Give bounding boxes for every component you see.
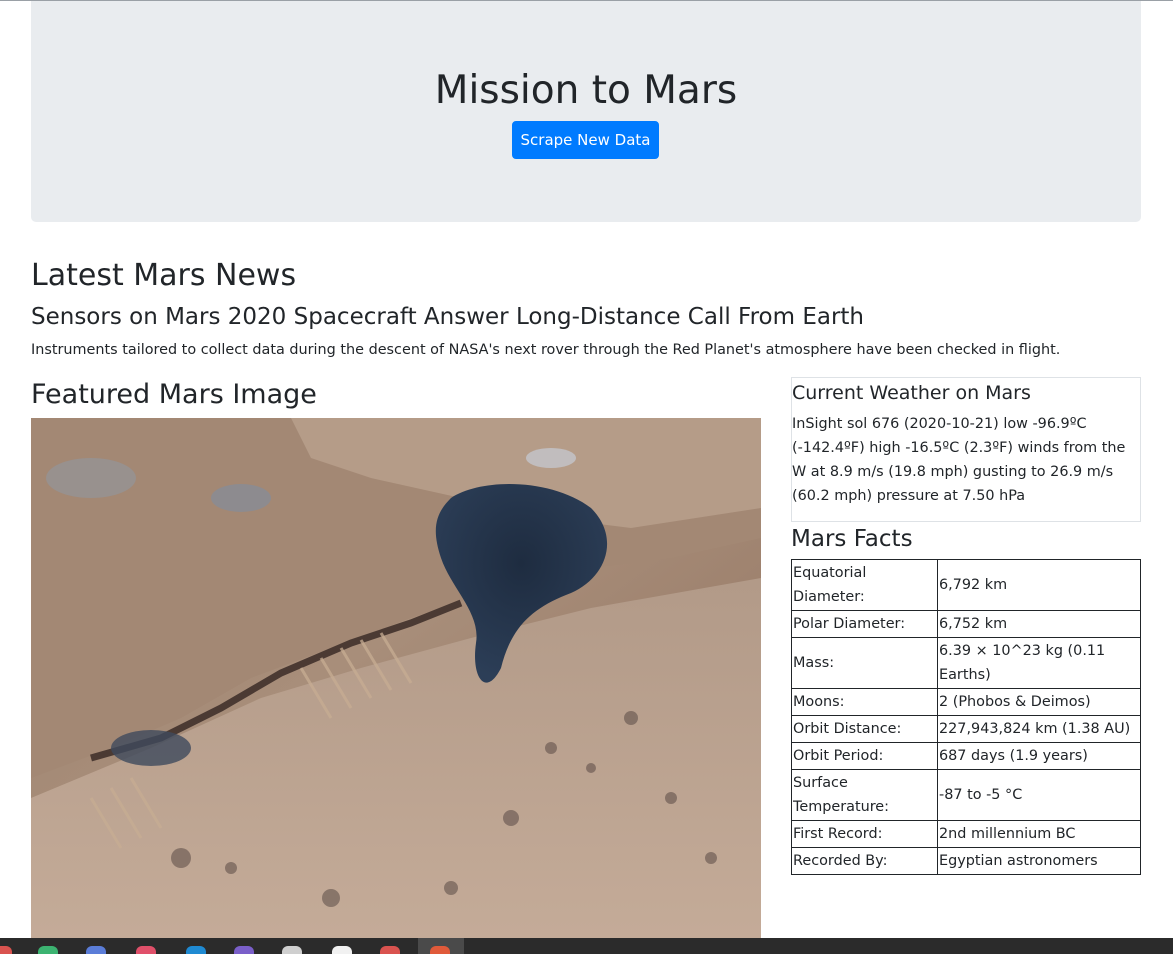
scrape-new-data-button[interactable]: Scrape New Data	[512, 121, 659, 159]
table-row: Recorded By: Egyptian astronomers	[791, 847, 1141, 875]
fact-label: Polar Diameter:	[791, 610, 938, 638]
fact-value: 2 (Phobos & Deimos)	[937, 688, 1141, 716]
os-taskbar	[0, 938, 1173, 954]
table-row: Surface Temperature: -87 to -5 °C	[791, 769, 1141, 821]
fact-value: 2nd millennium BC	[937, 820, 1141, 848]
fact-value: Egyptian astronomers	[937, 847, 1141, 875]
fact-value: 6,752 km	[937, 610, 1141, 638]
fact-value: 687 days (1.9 years)	[937, 742, 1141, 770]
fact-value: 6,792 km	[937, 559, 1141, 611]
fact-label: Orbit Distance:	[791, 715, 938, 743]
fact-label: Equatorial Diameter:	[791, 559, 938, 611]
table-row: Moons: 2 (Phobos & Deimos)	[791, 688, 1141, 716]
fact-label: First Record:	[791, 820, 938, 848]
app-icon-2[interactable]	[38, 946, 58, 954]
app-icon-1[interactable]	[0, 946, 12, 954]
fact-label: Orbit Period:	[791, 742, 938, 770]
fact-value: -87 to -5 °C	[937, 769, 1141, 821]
vscode-icon[interactable]	[186, 946, 206, 954]
weather-text: InSight sol 676 (2020-10-21) low -96.9ºC…	[792, 416, 1126, 504]
fact-label: Surface Temperature:	[791, 769, 938, 821]
fact-value: 6.39 × 10^23 kg (0.11 Earths)	[937, 637, 1141, 689]
chrome-icon[interactable]	[332, 946, 352, 954]
fact-value: 227,943,824 km (1.38 AU)	[937, 715, 1141, 743]
mars-facts-heading: Mars Facts	[791, 526, 913, 552]
app-icon-6[interactable]	[234, 946, 254, 954]
featured-image-heading: Featured Mars Image	[31, 379, 317, 410]
page-title: Mission to Mars	[434, 68, 738, 113]
app-icon-3[interactable]	[86, 946, 106, 954]
fact-label: Recorded By:	[791, 847, 938, 875]
mars-terrain-image	[31, 418, 761, 938]
table-row: First Record: 2nd millennium BC	[791, 820, 1141, 848]
jumbotron: Mission to Mars Scrape New Data	[31, 1, 1141, 222]
terminal-icon[interactable]	[282, 946, 302, 954]
weather-card: Current Weather on Mars InSight sol 676 …	[791, 377, 1141, 522]
news-paragraph: Instruments tailored to collect data dur…	[31, 342, 1061, 358]
table-row: Mass: 6.39 × 10^23 kg (0.11 Earths)	[791, 637, 1141, 689]
mars-facts-table: Equatorial Diameter: 6,792 km Polar Diam…	[791, 559, 1141, 875]
table-row: Orbit Period: 687 days (1.9 years)	[791, 742, 1141, 770]
latest-news-heading: Latest Mars News	[31, 258, 297, 293]
news-title: Sensors on Mars 2020 Spacecraft Answer L…	[31, 304, 865, 330]
app-icon-4[interactable]	[136, 946, 156, 954]
fact-label: Mass:	[791, 637, 938, 689]
table-row: Orbit Distance: 227,943,824 km (1.38 AU)	[791, 715, 1141, 743]
weather-heading: Current Weather on Mars	[792, 382, 1031, 404]
fact-label: Moons:	[791, 688, 938, 716]
featured-mars-image	[31, 418, 761, 938]
app-icon-9[interactable]	[380, 946, 400, 954]
table-row: Polar Diameter: 6,752 km	[791, 610, 1141, 638]
app-icon-10[interactable]	[430, 946, 450, 954]
table-row: Equatorial Diameter: 6,792 km	[791, 559, 1141, 611]
